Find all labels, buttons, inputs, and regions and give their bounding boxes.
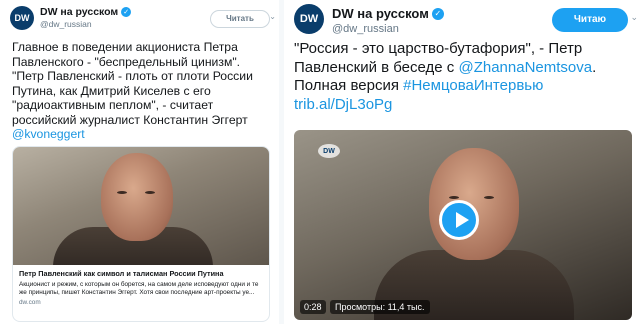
tweet-line: "радиоактивным пеплом", - считает (12, 98, 214, 112)
author-block[interactable]: DW на русском ✓ @dw_russian (332, 6, 444, 35)
following-button[interactable]: Читаю (552, 8, 628, 32)
mention-link[interactable]: @kvoneggert (12, 127, 268, 142)
video-player[interactable]: DW 0:28 Просмотры: 11,4 тыс. (294, 130, 632, 320)
tweet-line: "Петр Павленский - плоть от плоти России (12, 69, 253, 83)
tweet-left: DW DW на русском ✓ @dw_russian Читать ⌄ … (0, 0, 278, 324)
card-text: Петр Павленский как символ и талисман Ро… (19, 269, 263, 306)
chevron-down-icon[interactable]: ⌄ (630, 12, 638, 23)
verified-badge-icon: ✓ (431, 7, 444, 20)
display-name[interactable]: DW на русском (332, 6, 429, 21)
tweet-line: Павленский в беседе с @ZhannaNemtsova. (294, 59, 632, 78)
hashtag-link[interactable]: #НемцоваИнтервью (403, 77, 543, 94)
tweet-line-text: Полная версия (294, 77, 404, 94)
video-views: Просмотры: 11,4 тыс. (330, 300, 430, 314)
link-card[interactable]: Петр Павленский как символ и талисман Ро… (12, 146, 270, 322)
avatar[interactable]: DW (294, 4, 324, 34)
author-block[interactable]: DW на русском ✓ @dw_russian (40, 6, 132, 29)
user-handle[interactable]: @dw_russian (40, 19, 131, 29)
url-link[interactable]: trib.al/DjL3oPg (294, 96, 632, 115)
tweet-line: Полная версия #НемцоваИнтервью (294, 77, 632, 96)
tweet-line: Путина, как Дмитрий Киселев с его (12, 83, 211, 98)
card-description: Акционист и режим, с которым он борется,… (19, 281, 263, 297)
tweet-right: DW DW на русском ✓ @dw_russian Читаю ⌄ "… (284, 0, 640, 324)
tweet-line-text: Павленский в беседе с (294, 58, 459, 76)
play-icon[interactable] (439, 200, 479, 240)
chevron-down-icon[interactable]: ⌄ (269, 12, 276, 21)
tweet-header: DW DW на русском ✓ @dw_russian Читаю ⌄ (284, 0, 640, 36)
display-name[interactable]: DW на русском (40, 6, 118, 18)
dw-watermark: DW (318, 144, 340, 158)
tweet-header: DW DW на русском ✓ @dw_russian Читать ⌄ (0, 0, 278, 36)
verified-badge-icon: ✓ (121, 7, 132, 17)
tweet-line: "Россия - это царство-бутафория", - Петр (294, 40, 583, 57)
mention-link[interactable]: @ZhannaNemtsova (458, 59, 592, 76)
tweet-line: Павленского - "беспредельный цинизм". (12, 54, 241, 69)
user-handle[interactable]: @dw_russian (332, 23, 444, 35)
video-duration: 0:28 (300, 300, 326, 314)
card-desc-line: Акционист и режим, с которым он борется,… (19, 281, 259, 288)
card-title[interactable]: Петр Павленский как символ и талисман Ро… (19, 269, 263, 278)
card-desc-line: же принципы, пишет Константин Эггерт. Хо… (19, 289, 255, 296)
avatar[interactable]: DW (10, 6, 34, 30)
follow-button[interactable]: Читать (210, 10, 270, 28)
tweet-text: Главное в поведении акциониста Петра Пав… (12, 40, 268, 142)
tweet-line: российский журналист Константин Эггерт (12, 112, 248, 127)
tweet-text: "Россия - это царство-бутафория", - Петр… (294, 40, 632, 114)
tweet-line-end: . (592, 58, 597, 76)
card-image (13, 147, 269, 265)
card-domain: dw.com (19, 299, 41, 306)
tweet-line: Главное в поведении акциониста Петра (12, 40, 238, 54)
